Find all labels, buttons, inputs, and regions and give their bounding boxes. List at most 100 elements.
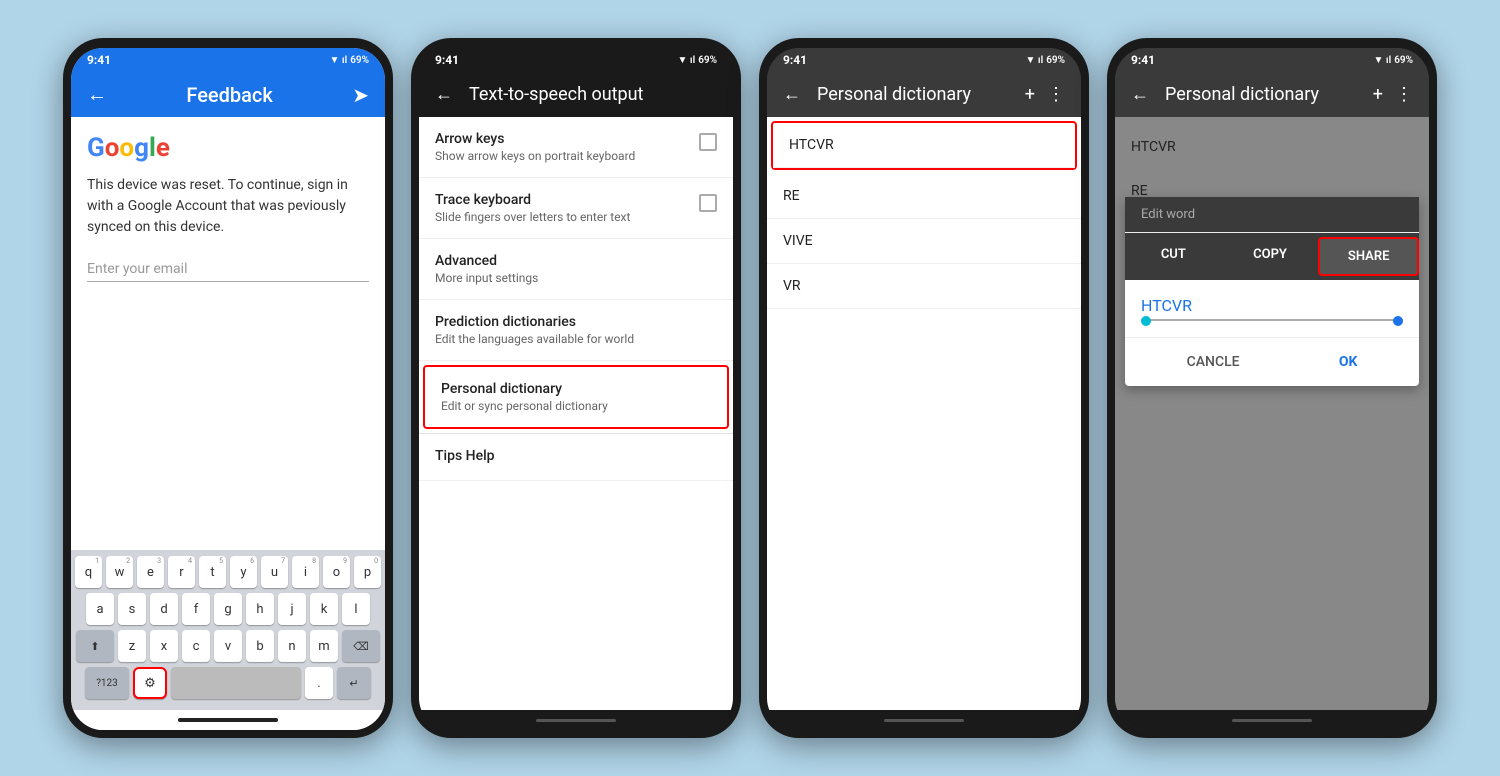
feedback-title: Feedback [186,83,272,107]
edit-header: ← Personal dictionary + ⋮ [1115,72,1429,117]
status-time-1: 9:41 [87,53,111,67]
key-h[interactable]: h [246,593,274,625]
tts-content: Arrow keys Show arrow keys on portrait k… [419,117,733,710]
settings-item-advanced[interactable]: Advanced More input settings [419,239,733,300]
tts-title: Text-to-speech output [469,84,643,105]
cancel-button[interactable]: CANCLE [1175,350,1252,374]
settings-item-personal-dict[interactable]: Personal dictionary Edit or sync persona… [423,365,729,429]
key-t[interactable]: 5t [199,556,226,588]
signal-icon-1: ▼ ıl [330,55,348,66]
key-g[interactable]: g [214,593,242,625]
settings-item-prediction[interactable]: Prediction dictionaries Edit the languag… [419,300,733,361]
key-b[interactable]: b [246,630,274,662]
signal-icon-3: ▼ ıl [1026,55,1044,66]
edit-content: HTCVR RE VIVE Edit word [1115,117,1429,710]
popup-word-input[interactable]: HTCVR [1125,280,1419,337]
key-x[interactable]: x [150,630,178,662]
battery-icon-4: 69% [1394,55,1413,66]
key-enter[interactable]: ↵ [337,667,371,699]
copy-button[interactable]: COPY [1222,237,1319,276]
key-z[interactable]: z [118,630,146,662]
key-f[interactable]: f [182,593,210,625]
send-button[interactable]: ➤ [352,83,369,107]
add-word-button[interactable]: + [1025,84,1035,105]
key-q[interactable]: 1q [75,556,102,588]
tips-title: Tips Help [435,448,717,464]
bottom-indicator-3 [767,710,1081,730]
phone-3: 9:41 ▼ ıl 69% ← Personal dictionary + ⋮ [759,38,1089,738]
key-period[interactable]: . [305,667,333,699]
key-a[interactable]: a [86,593,114,625]
keyboard[interactable]: 1q 2w 3e 4r 5t 6y 7u 8i 9o 0p a s d f [71,550,385,710]
edit-word-header: Edit word [1125,197,1419,233]
arrow-keys-checkbox[interactable] [699,133,717,151]
home-bar-2 [536,719,616,722]
bg-word-htcvr: HTCVR [1115,125,1429,169]
key-shift[interactable]: ⬆ [76,630,114,662]
phone-4: 9:41 ▼ ıl 69% ← Personal dictionary + ⋮ [1107,38,1437,738]
key-settings[interactable]: ⚙ [133,667,167,699]
email-input-container[interactable]: Enter your email [87,258,369,282]
key-k[interactable]: k [310,593,338,625]
google-logo: G o o g l e [87,133,369,163]
more-options-button-4[interactable]: ⋮ [1395,84,1413,105]
key-m[interactable]: m [310,630,338,662]
battery-icon-2: 69% [698,55,717,66]
more-options-button[interactable]: ⋮ [1047,84,1065,105]
status-icons-3: ▼ ıl 69% [1026,55,1065,66]
home-bar-4 [1232,719,1312,722]
status-bar-4: 9:41 ▼ ıl 69% [1115,48,1429,72]
battery-icon-3: 69% [1046,55,1065,66]
back-button-3[interactable]: ← [783,84,801,105]
key-l[interactable]: l [342,593,370,625]
key-y[interactable]: 6y [230,556,257,588]
home-bar-1 [178,718,278,722]
edit-word-popup: Edit word CUT COPY SHARE [1125,197,1419,386]
key-backspace[interactable]: ⌫ [342,630,380,662]
key-p[interactable]: 0p [354,556,381,588]
key-j[interactable]: j [278,593,306,625]
key-r[interactable]: 4r [168,556,195,588]
key-i[interactable]: 8i [292,556,319,588]
prediction-title: Prediction dictionaries [435,314,717,330]
key-d[interactable]: d [150,593,178,625]
settings-item-trace[interactable]: Trace keyboard Slide fingers over letter… [419,178,733,239]
dict-word-re[interactable]: RE [767,174,1081,219]
back-button-2[interactable]: ← [435,84,453,105]
bottom-indicator-2 [419,710,733,730]
share-button[interactable]: SHARE [1318,237,1419,276]
settings-item-tips[interactable]: Tips Help [419,434,733,481]
key-w[interactable]: 2w [106,556,133,588]
key-numeric[interactable]: ?123 [85,667,129,699]
back-button-4[interactable]: ← [1131,84,1149,105]
ok-button[interactable]: OK [1327,350,1370,374]
popup-actions: CUT COPY SHARE [1125,233,1419,280]
dict-word-htcvr[interactable]: HTCVR [773,123,1075,168]
key-e[interactable]: 3e [137,556,164,588]
key-u[interactable]: 7u [261,556,288,588]
arrow-keys-desc: Show arrow keys on portrait keyboard [435,149,635,163]
keyboard-row-4: ?123 ⚙ . ↵ [75,667,381,699]
keyboard-row-2: a s d f g h j k l [75,593,381,625]
key-space[interactable] [171,667,301,699]
feedback-header: ← Feedback ➤ [71,72,385,117]
key-v[interactable]: v [214,630,242,662]
settings-item-arrow-keys[interactable]: Arrow keys Show arrow keys on portrait k… [419,117,733,178]
key-c[interactable]: c [182,630,210,662]
key-s[interactable]: s [118,593,146,625]
add-word-button-4[interactable]: + [1373,84,1383,105]
trace-desc: Slide fingers over letters to enter text [435,210,630,224]
key-n[interactable]: n [278,630,306,662]
trace-checkbox[interactable] [699,194,717,212]
dict-item-htcvr-highlighted[interactable]: HTCVR [771,121,1077,170]
key-o[interactable]: 9o [323,556,350,588]
home-bar-3 [884,719,964,722]
status-icons-2: ▼ ıl 69% [678,55,717,66]
dict-word-vive[interactable]: VIVE [767,219,1081,264]
edit-title: Personal dictionary [1165,84,1357,105]
cut-button[interactable]: CUT [1125,237,1222,276]
dict-word-vr[interactable]: VR [767,264,1081,309]
status-time-3: 9:41 [783,53,807,67]
reset-description: This device was reset. To continue, sign… [87,175,369,238]
back-button-1[interactable]: ← [87,82,107,107]
